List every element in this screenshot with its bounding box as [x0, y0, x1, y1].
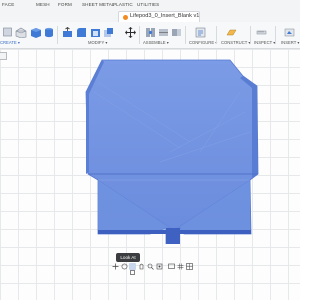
- document-tab[interactable]: Lifepod3_0_Insert_Blank v1: [118, 11, 200, 22]
- pan-icon[interactable]: [138, 263, 145, 270]
- document-title: Lifepod3_0_Insert_Blank v1: [130, 13, 200, 19]
- construct-menu[interactable]: CONSTRUCT ▾: [221, 40, 250, 45]
- configure-icon[interactable]: [195, 27, 206, 38]
- look-at-tooltip: Look At: [116, 253, 140, 262]
- cylinder-icon[interactable]: [44, 27, 54, 38]
- tab-form[interactable]: FORM: [58, 2, 72, 7]
- assemble-menu[interactable]: ASSEMBLE ▾: [143, 40, 169, 45]
- model-body[interactable]: [80, 52, 265, 244]
- tab-plastic[interactable]: PLASTIC: [113, 2, 133, 7]
- shell-icon[interactable]: [90, 27, 101, 38]
- inspect-menu[interactable]: INSPECT ▾: [254, 40, 275, 45]
- rigid-group-icon[interactable]: [171, 27, 182, 38]
- measure-icon[interactable]: [256, 27, 267, 38]
- tab-utilities[interactable]: UTILITIES: [137, 2, 159, 7]
- zoom-icon[interactable]: [147, 263, 154, 270]
- orbit-icon[interactable]: [121, 263, 128, 270]
- configure-menu[interactable]: CONFIGURE ▾: [189, 40, 217, 45]
- browser-panel-toggle[interactable]: [0, 52, 7, 60]
- divider: [275, 26, 276, 44]
- document-icon: [123, 15, 128, 20]
- display-settings-icon[interactable]: [168, 263, 175, 270]
- divider: [57, 26, 58, 44]
- tab-surface[interactable]: FACE: [2, 2, 14, 7]
- insert-icon[interactable]: [284, 27, 295, 38]
- divider: [216, 26, 217, 44]
- joint-icon[interactable]: [145, 27, 156, 38]
- create-sketch-icon[interactable]: [3, 27, 12, 37]
- scale-icon[interactable]: [103, 27, 114, 38]
- tab-mesh[interactable]: MESH: [36, 2, 50, 7]
- move-icon[interactable]: [125, 27, 136, 38]
- divider: [185, 26, 186, 44]
- as-built-joint-icon[interactable]: [158, 27, 169, 38]
- modify-menu[interactable]: MODIFY ▾: [88, 40, 107, 45]
- fit-icon[interactable]: [156, 263, 163, 270]
- fillet-icon[interactable]: [76, 27, 87, 38]
- create-menu[interactable]: CREATE ▾: [0, 40, 20, 45]
- insert-menu[interactable]: INSERT ▾: [281, 40, 299, 45]
- navigation-bar: [112, 262, 196, 275]
- look-at-icon[interactable]: [129, 263, 136, 275]
- offset-plane-icon[interactable]: [226, 27, 237, 38]
- press-pull-icon[interactable]: [62, 27, 73, 38]
- move-icon[interactable]: [112, 263, 119, 270]
- tab-sheet-metal[interactable]: SHEET METAL: [82, 2, 115, 7]
- new-component-icon[interactable]: [15, 27, 27, 38]
- divider: [139, 26, 140, 44]
- viewports-icon[interactable]: [186, 263, 193, 270]
- title-bar: FACE MESH FORM SHEET METAL PLASTIC UTILI…: [0, 0, 300, 23]
- toolbar: CREATE ▾ MODIFY ▾ ASSEMBLE ▾ CONFIGURE ▾…: [0, 22, 300, 49]
- grid-settings-icon[interactable]: [177, 263, 184, 270]
- divider: [250, 26, 251, 44]
- box-icon[interactable]: [30, 27, 42, 38]
